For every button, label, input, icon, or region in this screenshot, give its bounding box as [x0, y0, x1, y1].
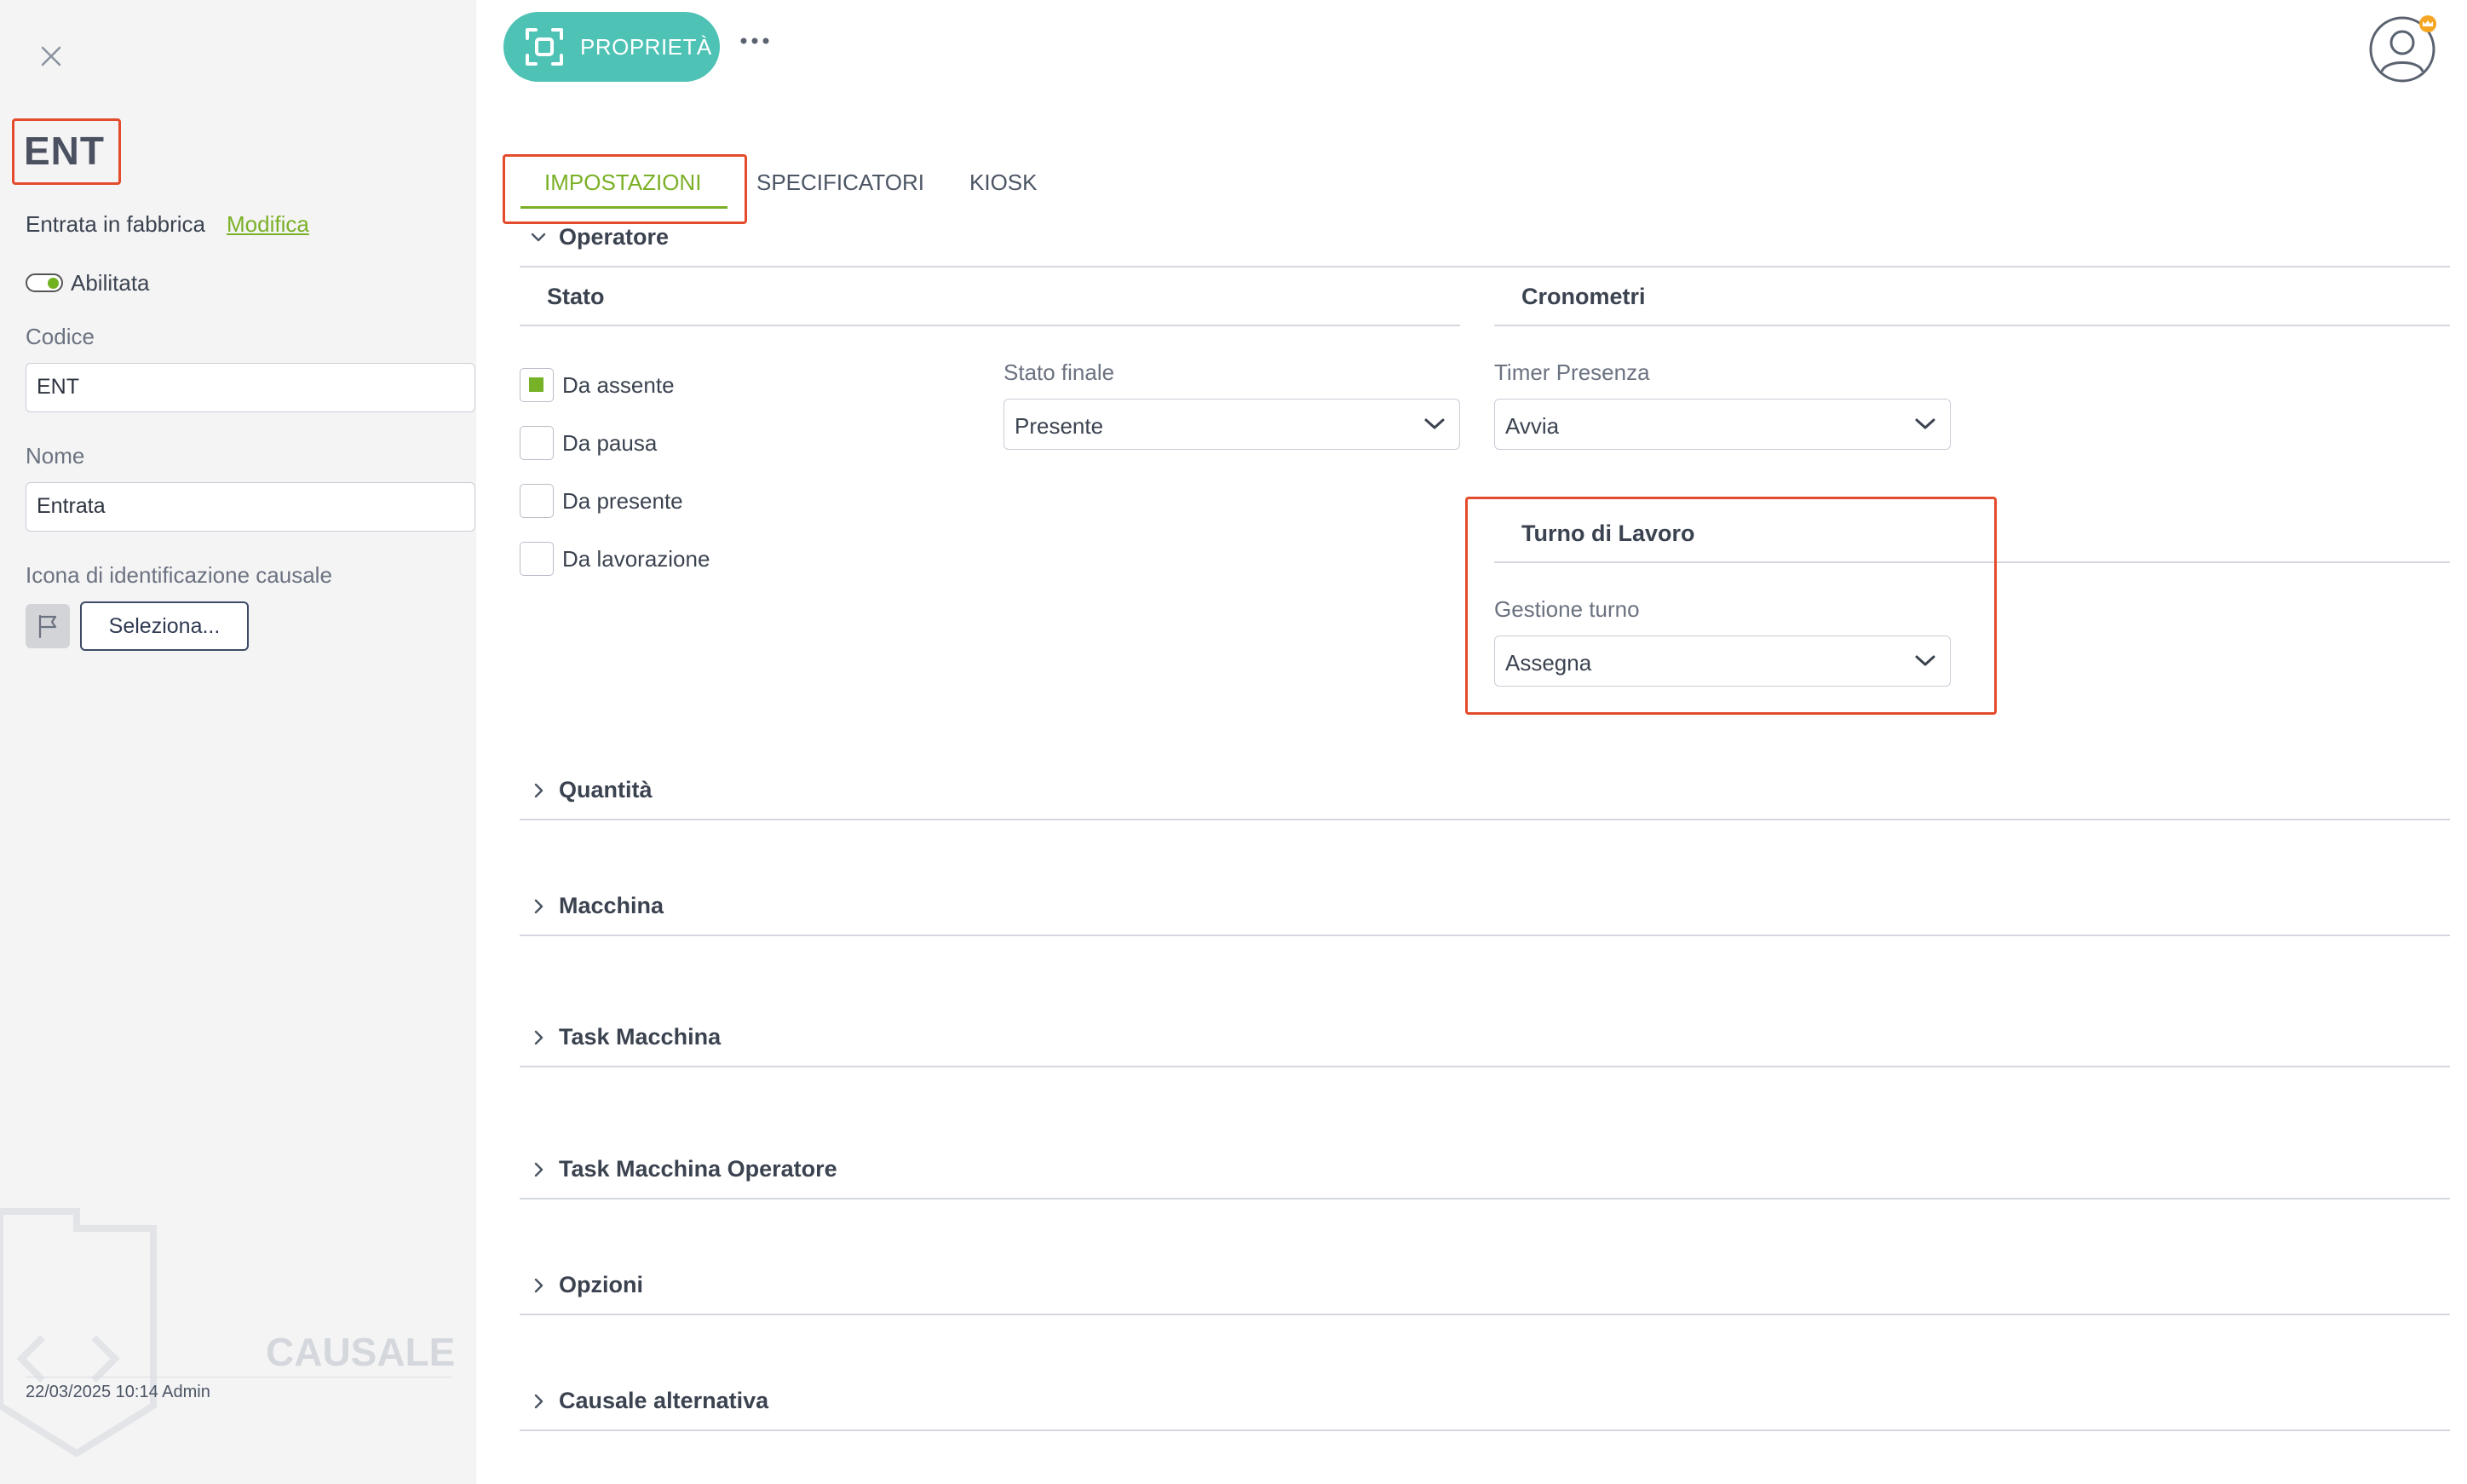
name-label: Nome	[26, 443, 85, 469]
code-input[interactable]: ENT	[26, 363, 475, 412]
chevron-down-icon	[1915, 418, 1935, 429]
record-description: Entrata in fabbrica	[26, 211, 206, 237]
section-divider	[520, 1198, 2450, 1199]
chevron-down-icon[interactable]	[529, 228, 548, 247]
stato-divider	[520, 325, 1460, 326]
more-options-icon[interactable]	[739, 34, 770, 48]
timer-label: Timer Presenza	[1494, 359, 1650, 385]
section-operatore[interactable]: Operatore	[559, 224, 669, 250]
footer-divider	[26, 1377, 451, 1378]
select-value: Avvia	[1505, 413, 1560, 439]
turno-highlight	[1465, 497, 1997, 715]
user-avatar-icon[interactable]	[2368, 15, 2436, 83]
final-state-select[interactable]: Presente	[1003, 399, 1460, 450]
chevron-right-icon[interactable]	[529, 1392, 548, 1411]
close-icon[interactable]	[34, 39, 68, 73]
cronometri-title: Cronometri	[1521, 284, 1646, 309]
section-task-macchina[interactable]: Task Macchina	[559, 1024, 721, 1050]
stato-title: Stato	[547, 284, 605, 309]
checkbox-da-pausa[interactable]	[520, 426, 554, 460]
section-task-macchina-operatore[interactable]: Task Macchina Operatore	[559, 1156, 837, 1182]
section-quantita[interactable]: Quantità	[559, 777, 653, 803]
enabled-label: Abilitata	[71, 270, 150, 296]
last-modified: 22/03/2025 10:14 Admin	[26, 1383, 210, 1401]
chevron-right-icon[interactable]	[529, 781, 548, 800]
flag-icon	[26, 604, 70, 648]
checkbox-da-presente[interactable]	[520, 484, 554, 518]
section-divider	[520, 819, 2450, 820]
section-divider	[520, 1429, 2450, 1431]
entity-type-watermark: CAUSALE	[266, 1330, 456, 1374]
chevron-right-icon[interactable]	[529, 1160, 548, 1179]
section-divider	[520, 266, 2450, 267]
chevron-right-icon[interactable]	[529, 1276, 548, 1295]
select-icon-button[interactable]: Seleziona...	[80, 601, 249, 651]
properties-label: PROPRIETÀ	[580, 34, 712, 60]
tab-impostazioni[interactable]: IMPOSTAZIONI	[544, 170, 701, 196]
code-document-icon	[0, 1208, 157, 1457]
active-tab-indicator	[520, 206, 727, 209]
section-causale-alternativa[interactable]: Causale alternativa	[559, 1388, 768, 1414]
chevron-right-icon[interactable]	[529, 897, 548, 916]
checkbox-label: Da lavorazione	[562, 546, 710, 572]
chevron-right-icon[interactable]	[529, 1028, 548, 1047]
checkbox-da-assente[interactable]	[520, 368, 554, 402]
edit-link[interactable]: Modifica	[227, 211, 309, 238]
section-divider	[520, 1066, 2450, 1067]
checkbox-da-lavorazione[interactable]	[520, 542, 554, 576]
code-label: Codice	[26, 324, 95, 349]
timer-select[interactable]: Avvia	[1494, 399, 1951, 450]
enabled-toggle[interactable]	[26, 273, 63, 292]
cronometri-divider	[1494, 325, 2450, 326]
record-title: ENT	[24, 129, 105, 173]
name-input[interactable]: Entrata	[26, 482, 475, 532]
section-divider	[520, 935, 2450, 936]
detail-sidebar: ENT Entrata in fabbrica Modifica Abilita…	[0, 0, 476, 1484]
checkbox-label: Da assente	[562, 372, 675, 398]
final-state-label: Stato finale	[1003, 359, 1115, 385]
select-value: Presente	[1015, 413, 1104, 439]
chevron-down-icon	[1424, 418, 1445, 429]
checkbox-label: Da pausa	[562, 430, 658, 456]
tab-specificatori[interactable]: SPECIFICATORI	[756, 170, 924, 196]
section-macchina[interactable]: Macchina	[559, 893, 664, 919]
properties-button[interactable]: PROPRIETÀ	[503, 12, 720, 82]
tab-kiosk[interactable]: KIOSK	[969, 170, 1037, 196]
section-divider	[520, 1314, 2450, 1315]
toggle-knob	[48, 278, 59, 289]
section-opzioni[interactable]: Opzioni	[559, 1272, 643, 1298]
scan-icon	[526, 28, 563, 66]
icon-label: Icona di identificazione causale	[26, 562, 332, 588]
checkbox-label: Da presente	[562, 488, 683, 514]
